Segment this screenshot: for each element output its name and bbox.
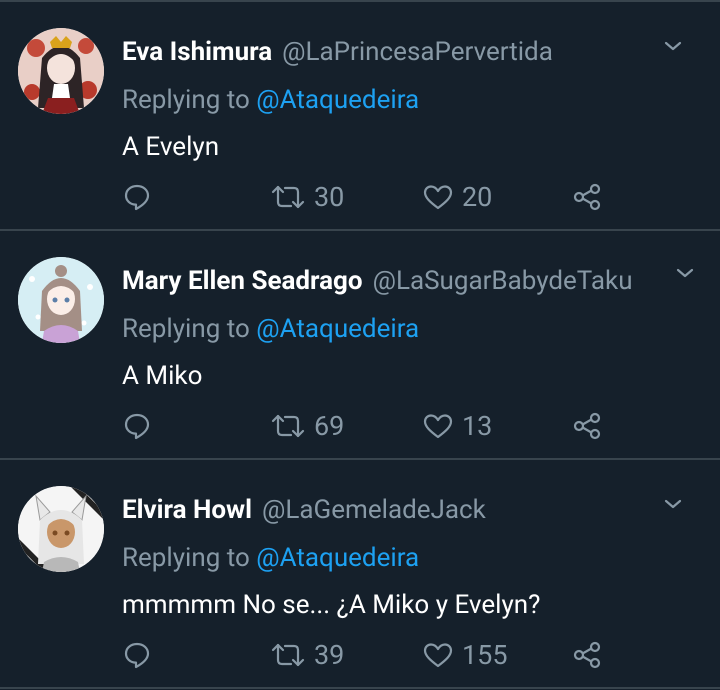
reply-feed: Eva Ishimura @LaPrincesaPervertida Replyi… [0,0,720,690]
display-name[interactable]: Mary Ellen Seadrago [122,266,363,296]
avatar-image [18,28,104,114]
like-button[interactable]: 20 [422,177,492,217]
action-bar: 69 13 [0,406,720,446]
chevron-down-icon[interactable] [674,265,696,281]
action-bar: 30 20 [0,177,720,217]
share-icon [573,412,601,440]
reply-button[interactable] [122,177,152,217]
handle[interactable]: @LaPrincesaPervertida [282,37,553,67]
action-bar: 39 155 [0,635,720,675]
retweet-icon [271,185,305,209]
author-row: Mary Ellen Seadrago @LaSugarBabydeTaku [122,263,682,299]
chevron-down-icon[interactable] [662,38,684,54]
reply-icon [124,184,150,211]
tweet-text: A Evelyn [122,132,220,162]
share-icon [573,183,601,211]
chevron-down-icon[interactable] [662,496,684,512]
share-icon [573,641,601,669]
reply-button[interactable] [122,635,152,675]
tweet-text: mmmmm No se... ¿A Miko y Evelyn? [122,590,541,620]
replying-to-handle[interactable]: @Ataquedeira [256,314,419,344]
like-icon [423,414,453,439]
avatar[interactable] [18,257,104,343]
retweet-button[interactable]: 39 [270,635,344,675]
like-count: 13 [462,410,493,442]
avatar-image [18,486,104,572]
share-button[interactable] [572,635,602,675]
avatar[interactable] [18,486,104,572]
author-row: Eva Ishimura @LaPrincesaPervertida [122,34,682,70]
replying-to-label: Replying to [122,314,250,344]
like-button[interactable]: 13 [422,406,492,446]
handle[interactable]: @LaSugarBabydeTaku [373,266,633,296]
retweet-icon [271,643,305,667]
tweet-text: A Miko [122,361,203,391]
tweet[interactable]: Mary Ellen Seadrago @LaSugarBabydeTaku Re… [0,231,720,460]
share-button[interactable] [572,177,602,217]
share-button[interactable] [572,406,602,446]
like-count: 155 [462,639,508,671]
like-button[interactable]: 155 [422,635,508,675]
handle[interactable]: @LaGemeladeJack [262,495,486,525]
retweet-count: 69 [314,410,345,442]
replying-to-handle[interactable]: @Ataquedeira [256,85,419,115]
tweet[interactable]: Elvira Howl @LaGemeladeJack Replying to @… [0,460,720,689]
display-name[interactable]: Elvira Howl [122,495,252,525]
replying-to: Replying to @Ataquedeira [122,311,419,347]
reply-icon [124,642,150,669]
replying-to-label: Replying to [122,85,250,115]
avatar[interactable] [18,28,104,114]
retweet-count: 39 [314,639,345,671]
avatar-image [18,257,104,343]
like-icon [423,643,453,668]
retweet-button[interactable]: 30 [270,177,344,217]
replying-to-handle[interactable]: @Ataquedeira [256,543,419,573]
display-name[interactable]: Eva Ishimura [122,37,272,67]
retweet-button[interactable]: 69 [270,406,344,446]
replying-to-label: Replying to [122,543,250,573]
retweet-icon [271,414,305,438]
like-icon [423,185,453,210]
reply-icon [124,413,150,440]
reply-button[interactable] [122,406,152,446]
retweet-count: 30 [314,181,345,213]
tweet[interactable]: Eva Ishimura @LaPrincesaPervertida Replyi… [0,2,720,231]
author-row: Elvira Howl @LaGemeladeJack [122,492,682,528]
replying-to: Replying to @Ataquedeira [122,82,419,118]
replying-to: Replying to @Ataquedeira [122,540,419,576]
like-count: 20 [462,181,493,213]
